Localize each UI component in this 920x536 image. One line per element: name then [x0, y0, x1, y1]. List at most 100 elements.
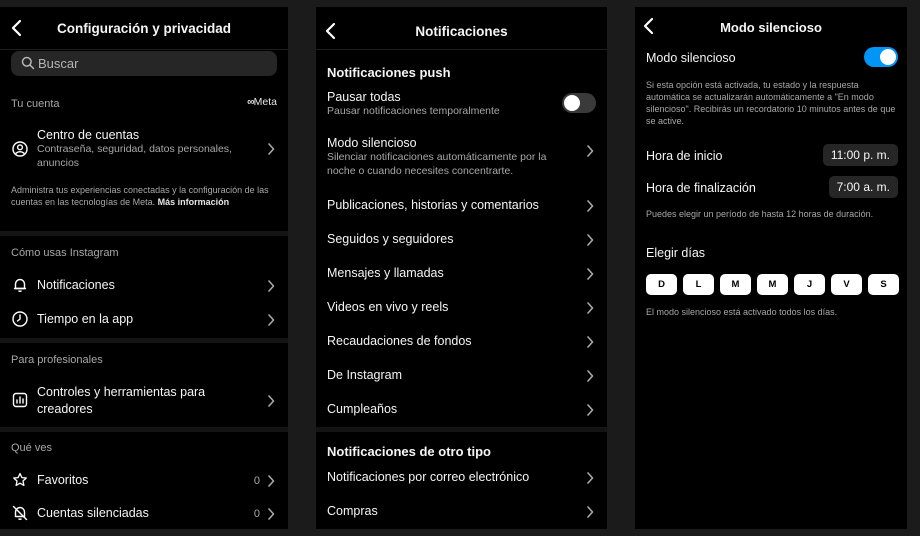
chevron-right-icon: [587, 234, 594, 246]
day-friday-button[interactable]: V: [831, 274, 862, 295]
menu-item-label: Notificaciones: [37, 278, 115, 292]
menu-item-label: Publicaciones, historias y comentarios: [327, 198, 539, 212]
settings-privacy-panel: Configuración y privacidad Tu cuenta ∞Me…: [0, 7, 288, 529]
page-title: Configuración y privacidad: [56, 21, 232, 36]
meta-logo: ∞Meta: [247, 96, 277, 108]
quiet-mode-panel: Modo silencioso Modo silencioso Si esta …: [635, 7, 907, 529]
day-tuesday-button[interactable]: M: [720, 274, 751, 295]
accounts-center-item[interactable]: Centro de cuentas Contraseña, seguridad,…: [0, 125, 288, 171]
chevron-right-icon: [268, 143, 275, 155]
chevron-right-icon: [587, 268, 594, 280]
day-thursday-button[interactable]: J: [794, 274, 825, 295]
menu-item-favorites[interactable]: Favoritos 0: [0, 470, 288, 492]
divider: [0, 338, 288, 343]
meta-note: Administra tus experiencias conectadas y…: [11, 185, 269, 207]
start-time-label: Hora de inicio: [646, 149, 723, 163]
menu-item-label: Tiempo en la app: [37, 312, 134, 326]
star-icon: [13, 472, 27, 487]
toggle-knob: [880, 49, 896, 65]
person-circle-icon: [12, 141, 28, 157]
count-badge: 0: [253, 475, 260, 487]
menu-item-label: Recaudaciones de fondos: [327, 334, 472, 348]
divider: [316, 427, 607, 432]
chevron-right-icon: [587, 336, 594, 348]
chevron-right-icon: [587, 145, 594, 157]
count-badge: 0: [253, 508, 260, 520]
quiet-mode-toggle[interactable]: [864, 47, 898, 67]
menu-item-email-notifications[interactable]: Notificaciones por correo electrónico: [316, 469, 607, 487]
bell-icon: [13, 278, 27, 292]
day-monday-button[interactable]: L: [683, 274, 714, 295]
chevron-right-icon: [268, 475, 275, 487]
day-saturday-button[interactable]: S: [868, 274, 899, 295]
header: Modo silencioso: [635, 7, 907, 43]
menu-item-shopping[interactable]: Compras: [316, 503, 607, 521]
chevron-right-icon: [587, 370, 594, 382]
chevron-right-icon: [268, 280, 275, 292]
days-label: Elegir días: [646, 246, 706, 260]
section-title-what-you-see: Qué ves: [11, 442, 52, 454]
page-title: Notificaciones: [415, 24, 508, 39]
chevron-right-icon: [268, 508, 275, 520]
more-info-link[interactable]: Más información: [158, 197, 230, 207]
pause-all-title: Pausar todas: [327, 90, 401, 104]
menu-item-birthdays[interactable]: Cumpleaños: [316, 401, 607, 419]
start-time-picker[interactable]: 11:00 p. m.: [822, 144, 898, 166]
chevron-right-icon: [587, 200, 594, 212]
days-note: El modo silencioso está activado todos l…: [646, 307, 838, 317]
menu-item-label: Notificaciones por correo electrónico: [327, 470, 530, 484]
section-title-other: Notificaciones de otro tipo: [327, 444, 491, 459]
menu-item-from-instagram[interactable]: De Instagram: [316, 367, 607, 385]
quiet-mode-label: Modo silencioso: [646, 51, 736, 65]
chevron-right-icon: [268, 314, 275, 326]
chevron-right-icon: [587, 404, 594, 416]
menu-item-creator-tools[interactable]: Controles y herramientas para creadores: [0, 381, 288, 419]
pause-all-subtitle: Pausar notificaciones temporalmente: [327, 105, 500, 117]
menu-item-posts-stories-comments[interactable]: Publicaciones, historias y comentarios: [316, 197, 607, 215]
end-time-picker[interactable]: 7:00 a. m.: [828, 176, 898, 198]
menu-item-messages-calls[interactable]: Mensajes y llamadas: [316, 265, 607, 283]
chevron-right-icon: [587, 472, 594, 484]
divider: [0, 231, 288, 236]
day-sunday-button[interactable]: D: [646, 274, 677, 295]
accounts-center-subtitle: Contraseña, seguridad, datos personales,…: [37, 143, 232, 169]
menu-item-label: De Instagram: [327, 368, 403, 382]
header: Configuración y privacidad: [0, 7, 288, 50]
menu-item-following-followers[interactable]: Seguidos y seguidores: [316, 231, 607, 249]
menu-item-fundraisers[interactable]: Recaudaciones de fondos: [316, 333, 607, 351]
search-bar[interactable]: [11, 51, 277, 76]
menu-item-label: Controles y herramientas para creadores: [37, 385, 206, 416]
section-title-account: Tu cuenta: [11, 98, 60, 110]
chart-icon: [12, 392, 28, 408]
menu-item-live-reels[interactable]: Videos en vivo y reels: [316, 299, 607, 317]
menu-item-label: Videos en vivo y reels: [327, 300, 449, 314]
accounts-center-title: Centro de cuentas: [37, 128, 140, 142]
menu-item-label: Favoritos: [37, 473, 89, 487]
chevron-right-icon: [587, 506, 594, 518]
day-wednesday-button[interactable]: M: [757, 274, 788, 295]
divider: [0, 427, 288, 432]
menu-item-notifications[interactable]: Notificaciones: [0, 275, 288, 297]
chevron-right-icon: [268, 395, 275, 407]
quiet-mode-item[interactable]: Modo silencioso Silenciar notificaciones…: [316, 136, 607, 180]
search-icon: [21, 56, 35, 70]
menu-item-label: Cuentas silenciadas: [37, 506, 149, 520]
header: Notificaciones: [316, 7, 607, 50]
search-input[interactable]: [38, 51, 238, 76]
page-title: Modo silencioso: [720, 20, 822, 35]
menu-item-label: Cumpleaños: [327, 402, 398, 416]
section-title-usage: Cómo usas Instagram: [11, 247, 119, 259]
pause-all-toggle[interactable]: [562, 93, 596, 113]
section-title-professionals: Para profesionales: [11, 354, 103, 366]
muted-bell-icon: [12, 505, 28, 521]
menu-item-time-in-app[interactable]: Tiempo en la app: [0, 309, 288, 331]
pause-all-item[interactable]: Pausar todas Pausar notificaciones tempo…: [316, 89, 607, 119]
quiet-mode-subtitle: Silenciar notificaciones automáticamente…: [327, 151, 547, 177]
menu-item-muted-accounts[interactable]: Cuentas silenciadas 0: [0, 503, 288, 525]
notifications-panel: Notificaciones Notificaciones push Pausa…: [316, 7, 607, 529]
quiet-mode-description: Si esta opción está activada, tu estado …: [646, 80, 896, 126]
toggle-knob: [564, 95, 580, 111]
clock-icon: [12, 311, 28, 327]
chevron-right-icon: [587, 302, 594, 314]
section-title-push: Notificaciones push: [327, 65, 451, 80]
